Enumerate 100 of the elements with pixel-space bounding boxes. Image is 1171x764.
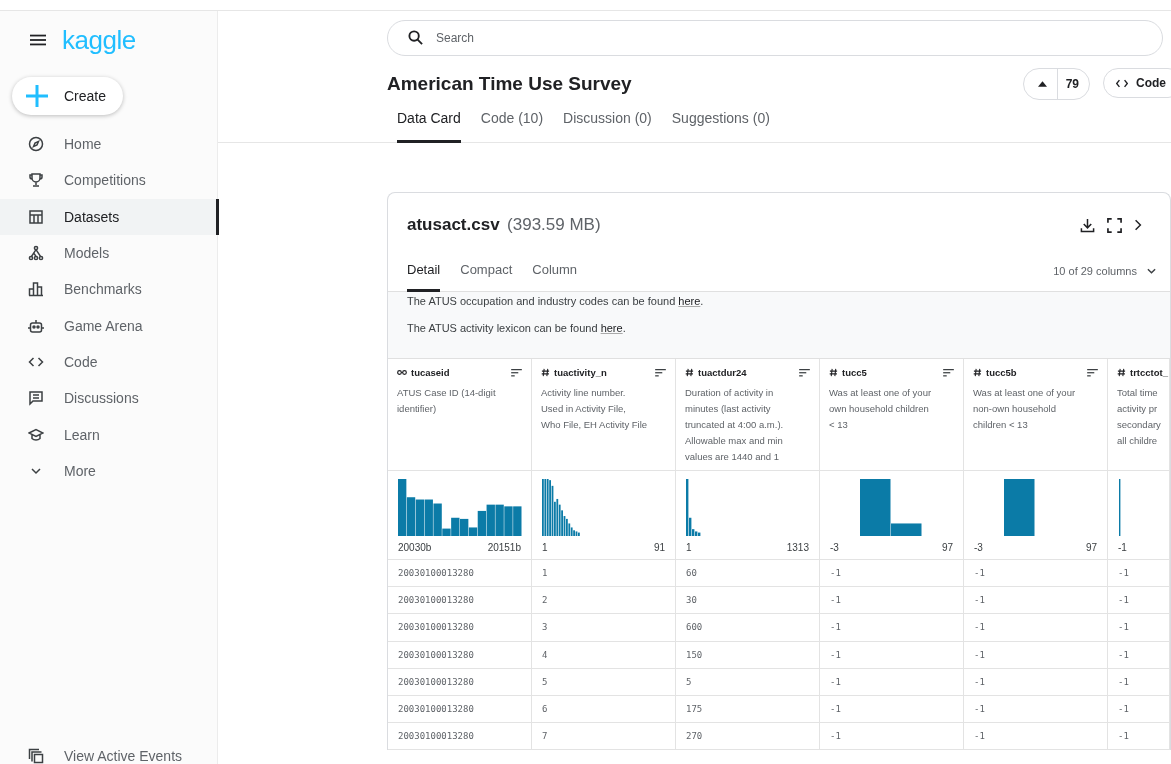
sort-icon[interactable] bbox=[655, 368, 666, 377]
column-description: Duration of activity in minutes (last activity truncated at 4:00 a.m.). Allowable max and min values are 1440 and 1 bbox=[685, 386, 785, 464]
table-cell: -1 bbox=[830, 595, 841, 606]
table-cell: -1 bbox=[830, 676, 841, 687]
table-cell: 30 bbox=[686, 595, 697, 606]
max-value: 97 bbox=[941, 542, 953, 553]
table-cell: 4 bbox=[542, 649, 548, 660]
tab[interactable]: Data Card bbox=[397, 110, 461, 143]
nav-item[interactable]: Benchmarks bbox=[0, 271, 217, 308]
search-field[interactable]: Search bbox=[387, 20, 1163, 56]
key-icon bbox=[397, 369, 407, 376]
table-cell: -1 bbox=[1118, 622, 1129, 633]
table-cell: -1 bbox=[974, 649, 985, 660]
table-cell: 20030100013280 bbox=[398, 568, 474, 579]
table-cell: 270 bbox=[686, 731, 703, 742]
file-size: (393.59 MB) bbox=[507, 215, 601, 234]
view-tab[interactable]: Column bbox=[532, 262, 578, 292]
nav-item[interactable]: Home bbox=[0, 126, 217, 163]
hash-icon bbox=[541, 368, 550, 377]
caret-up-icon bbox=[1037, 81, 1047, 87]
chat-icon bbox=[28, 390, 44, 407]
code-button[interactable]: Code bbox=[1103, 68, 1171, 98]
max-value: 91 bbox=[653, 542, 665, 553]
min-value: 1 bbox=[542, 542, 548, 553]
column-name: trtcctot_ bbox=[1130, 367, 1168, 378]
nav-item[interactable]: Code bbox=[0, 343, 217, 381]
hash-icon bbox=[1117, 368, 1126, 377]
tab[interactable]: Code (10) bbox=[480, 110, 544, 143]
histogram-drawing bbox=[686, 478, 701, 536]
table-cell: 20030100013280 bbox=[398, 622, 474, 633]
sort-icon[interactable] bbox=[943, 368, 954, 377]
fullscreen-icon[interactable] bbox=[1107, 217, 1122, 233]
create-button[interactable]: Create bbox=[12, 77, 123, 115]
table-cell: -1 bbox=[830, 649, 841, 660]
max-value: 20151b bbox=[487, 542, 521, 553]
column-description: Was at least one of your own household children < 13 bbox=[829, 386, 933, 432]
view-active-events-link[interactable]: View Active Events bbox=[0, 748, 217, 764]
histogram-drawing bbox=[1004, 478, 1035, 536]
nodes-icon bbox=[28, 245, 44, 262]
table-cell: -1 bbox=[974, 568, 985, 579]
min-value: 1 bbox=[686, 542, 692, 553]
hash-icon bbox=[829, 368, 838, 377]
column-description: ATUS Case ID (14-digit identifier) bbox=[397, 386, 497, 416]
menu-icon[interactable] bbox=[30, 34, 46, 46]
table-cell: 600 bbox=[686, 622, 703, 633]
table-cell: 2 bbox=[542, 595, 548, 606]
table-cell: -1 bbox=[1118, 731, 1129, 742]
column-name: tucc5b bbox=[986, 367, 1017, 378]
search-icon bbox=[408, 30, 423, 45]
table-cell: 20030100013280 bbox=[398, 676, 474, 687]
nav-item[interactable]: Datasets bbox=[0, 198, 219, 235]
table-cell: 175 bbox=[686, 704, 703, 715]
table-cell: 5 bbox=[542, 676, 548, 687]
tab[interactable]: Discussion (0) bbox=[563, 110, 652, 143]
table-cell: -1 bbox=[1118, 568, 1129, 579]
column-description: Total time activity pr secondary all childre bbox=[1117, 386, 1160, 448]
sort-icon[interactable] bbox=[799, 368, 810, 377]
compass-icon bbox=[28, 136, 44, 153]
table-cell: -1 bbox=[974, 731, 985, 742]
table-cell: 3 bbox=[542, 622, 548, 633]
table-cell: 60 bbox=[686, 568, 697, 579]
table-cell: 20030100013280 bbox=[398, 649, 474, 660]
table-cell: 150 bbox=[686, 649, 703, 660]
view-tab[interactable]: Compact bbox=[460, 262, 513, 292]
table-cell: 20030100013280 bbox=[398, 704, 474, 715]
min-value: -3 bbox=[974, 542, 983, 553]
robot-icon bbox=[28, 317, 44, 334]
column-name: tuactivity_n bbox=[554, 367, 607, 378]
columns-dropdown[interactable]: 10 of 29 columns bbox=[1053, 265, 1156, 291]
note-text: The ATUS activity lexicon can be found here. bbox=[407, 322, 627, 334]
nav-item[interactable]: Models bbox=[0, 234, 217, 272]
table-cell: -1 bbox=[974, 676, 985, 687]
table-cell: -1 bbox=[1118, 649, 1129, 660]
max-value: 1313 bbox=[786, 542, 809, 553]
tab[interactable]: Suggestions (0) bbox=[671, 110, 770, 143]
table-cell: 5 bbox=[686, 676, 692, 687]
max-value: 97 bbox=[1085, 542, 1097, 553]
min-value: -3 bbox=[830, 542, 839, 553]
here-link[interactable]: here bbox=[600, 322, 623, 334]
chevron-right-icon[interactable] bbox=[1134, 219, 1142, 231]
nav-item[interactable]: Game Arena bbox=[0, 307, 217, 344]
chevron-down-icon bbox=[1147, 268, 1156, 274]
table-icon bbox=[28, 208, 44, 225]
nav-item[interactable]: Competitions bbox=[0, 162, 217, 199]
file-name: atusact.csv bbox=[407, 215, 500, 234]
sort-icon[interactable] bbox=[511, 368, 522, 377]
column-name: tucc5 bbox=[842, 367, 867, 378]
nav-item[interactable]: Learn bbox=[0, 416, 217, 453]
nav-item[interactable]: Discussions bbox=[0, 380, 217, 417]
download-icon[interactable] bbox=[1080, 217, 1095, 233]
trophy-icon bbox=[28, 172, 44, 189]
hash-icon bbox=[973, 368, 982, 377]
plus-icon bbox=[26, 85, 48, 107]
column-description: Was at least one of your non-own household children < 13 bbox=[973, 386, 1077, 432]
min-value: -1 bbox=[1118, 542, 1127, 553]
column-name: tuactdur24 bbox=[698, 367, 747, 378]
nav-item[interactable]: More bbox=[0, 452, 217, 489]
table-cell: -1 bbox=[1118, 676, 1129, 687]
sort-icon[interactable] bbox=[1087, 368, 1098, 377]
bar-chart-icon bbox=[28, 281, 44, 298]
